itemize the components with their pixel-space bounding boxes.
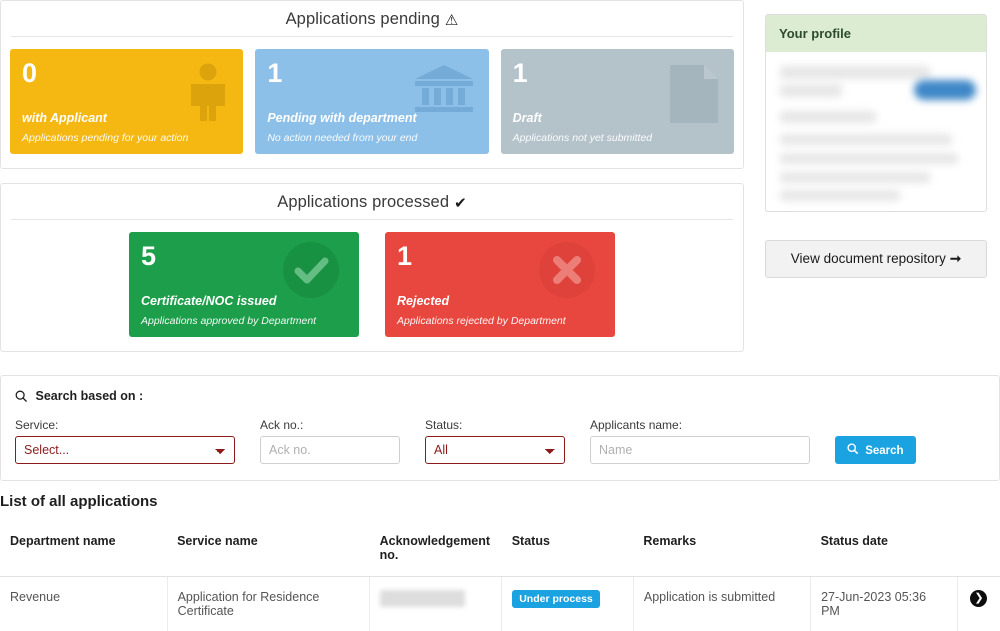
institution-bank-icon: [413, 63, 475, 118]
search-heading-text: Search based on :: [35, 389, 144, 403]
dashboard-page: Applications pending ⚠ 0 with Applicant A…: [0, 0, 1000, 631]
check-circle-icon: [283, 242, 339, 303]
applicants-name-input[interactable]: [590, 436, 810, 464]
redacted-line: [780, 172, 930, 183]
applicants-name-label: Applicants name:: [590, 418, 683, 432]
applications-pending-panel: Applications pending ⚠ 0 with Applicant A…: [0, 0, 744, 169]
search-button-label: Search: [865, 445, 904, 457]
search-button[interactable]: Search: [835, 436, 916, 464]
cell-status-date: 27-Jun-2023 05:36 PM: [810, 576, 958, 631]
ack-no-label: Ack no.:: [260, 418, 304, 432]
search-heading: Search based on :: [15, 389, 985, 405]
redacted-line: [780, 84, 842, 97]
profile-body-redacted: [766, 52, 986, 210]
redacted-line: [780, 153, 958, 164]
column-header-service-name: Service name: [167, 520, 370, 577]
applications-processed-title-text: Applications processed: [277, 193, 450, 211]
redacted-line: [780, 134, 952, 145]
applications-table: Department name Service name Acknowledge…: [0, 520, 1000, 631]
status-label: Status:: [425, 418, 463, 432]
redacted-button[interactable]: [914, 80, 976, 100]
left-column: Applications pending ⚠ 0 with Applicant A…: [0, 0, 744, 352]
field-applicants-name: Applicants name:: [590, 418, 810, 464]
view-document-repository-button[interactable]: View document repository ➞: [765, 240, 987, 278]
cell-acknowledgement-no: [369, 576, 503, 631]
service-label: Service:: [15, 418, 59, 432]
profile-card: Your profile: [765, 14, 987, 212]
stat-card-with-applicant[interactable]: 0 with Applicant Applications pending fo…: [10, 49, 244, 154]
table-row[interactable]: Revenue Application for Residence Certif…: [0, 576, 1000, 631]
column-header-status-date: Status date: [810, 520, 958, 577]
check-mark-icon: ✔: [454, 195, 467, 212]
field-status: Status: All: [425, 418, 565, 464]
redacted-line: [780, 66, 930, 79]
view-document-repository-label: View document repository: [790, 251, 946, 266]
x-circle-icon: [539, 242, 595, 303]
stat-card-pending-with-department[interactable]: 1 Pending with department No action need…: [255, 49, 489, 154]
table-body: Revenue Application for Residence Certif…: [0, 576, 1000, 631]
processed-cards-row: 5 Certificate/NOC issued Applications ap…: [1, 220, 743, 351]
search-icon: [847, 443, 861, 457]
pending-cards-row: 0 with Applicant Applications pending fo…: [1, 37, 743, 168]
arrow-right-icon: ➞: [949, 251, 962, 266]
document-page-icon: [668, 63, 720, 130]
status-select[interactable]: All: [425, 436, 565, 464]
cell-service-name: Application for Residence Certificate: [167, 576, 371, 631]
chevron-right-circle-icon[interactable]: ❯: [970, 590, 988, 607]
search-icon: [15, 390, 30, 405]
stat-card-rejected[interactable]: 1 Rejected Applications rejected by Depa…: [385, 232, 615, 337]
stat-card-certificate-issued[interactable]: 5 Certificate/NOC issued Applications ap…: [129, 232, 359, 337]
service-select[interactable]: Select...: [15, 436, 235, 464]
ack-no-input[interactable]: [260, 436, 400, 464]
right-column: Your profile View document repository ➞: [765, 14, 987, 278]
column-header-status: Status: [501, 520, 634, 577]
cell-remarks: Application is submitted: [633, 576, 812, 631]
applications-processed-panel: Applications processed ✔ 5 Certificate/NO…: [0, 183, 744, 352]
person-icon: [187, 63, 229, 126]
warning-triangle-icon: ⚠: [444, 12, 459, 29]
table-header-row: Department name Service name Acknowledge…: [0, 520, 1000, 577]
stat-sublabel: Applications rejected by Department: [397, 315, 566, 327]
cell-department-name: Revenue: [0, 576, 168, 631]
stat-sublabel: No action needed from your end: [267, 132, 418, 144]
field-ack-no: Ack no.:: [260, 418, 400, 464]
applications-processed-title: Applications processed ✔: [1, 184, 743, 219]
search-panel: Search based on : Service: Select... Ack…: [0, 375, 1000, 481]
applications-pending-title-text: Applications pending: [285, 10, 440, 28]
list-title: List of all applications: [0, 493, 158, 510]
column-header-department-name: Department name: [0, 520, 168, 577]
redacted-line: [780, 190, 900, 201]
column-header-acknowledgement-no: Acknowledgement no.: [369, 520, 502, 577]
column-header-action: [957, 520, 1000, 577]
stat-sublabel: Applications approved by Department: [141, 315, 317, 327]
cell-status: Under process: [501, 576, 634, 631]
stat-sublabel: Applications pending for your action: [22, 132, 189, 144]
redacted-line: [780, 111, 876, 123]
profile-header: Your profile: [766, 15, 986, 52]
column-header-remarks: Remarks: [633, 520, 811, 577]
stat-sublabel: Applications not yet submitted: [512, 132, 653, 144]
applications-pending-title: Applications pending ⚠: [1, 1, 743, 36]
field-service: Service: Select...: [15, 418, 235, 464]
status-badge: Under process: [512, 590, 600, 608]
search-fields: Service: Select... Ack no.: Status: All …: [15, 418, 985, 464]
table-head: Department name Service name Acknowledge…: [0, 520, 1000, 577]
redacted-acknowledgement-no: [380, 590, 466, 607]
stat-card-draft[interactable]: 1 Draft Applications not yet submitted: [500, 49, 734, 154]
cell-action: ❯: [957, 576, 1000, 631]
